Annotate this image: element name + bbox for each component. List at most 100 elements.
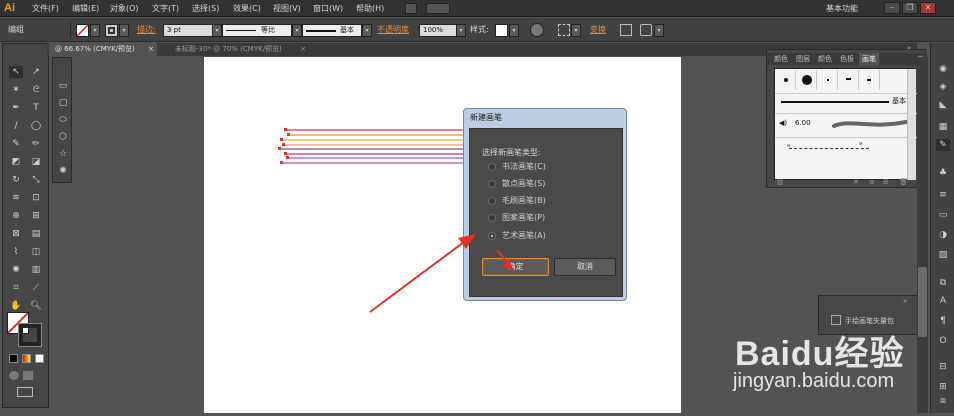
slice-tool-icon[interactable]: ⟋ (29, 282, 43, 294)
layers-panel-icon[interactable]: ◈ (936, 81, 950, 93)
draw-normal-icon[interactable] (9, 371, 19, 380)
stroke-panel-icon[interactable]: ≡ (936, 189, 950, 201)
blob-brush-tool-icon[interactable]: ◩ (9, 156, 23, 168)
menu-view[interactable]: 视图(V) (273, 0, 301, 17)
bridge-icon[interactable] (405, 3, 417, 14)
rotate-tool-icon[interactable]: ↻ (9, 174, 23, 186)
stroke-color-swatch[interactable] (18, 323, 42, 347)
stroke-weight-field[interactable]: 3 pt (163, 24, 213, 37)
symbols-panel-icon[interactable]: ♣ (936, 167, 950, 179)
flare-tool-icon[interactable]: ✺ (56, 165, 70, 177)
pen-tool-icon[interactable]: ✒ (9, 102, 23, 114)
tab-close-icon[interactable]: × (300, 43, 306, 56)
ellipse-tool-icon[interactable]: ◯ (29, 120, 43, 132)
lasso-tool-icon[interactable]: ᘓ (29, 84, 43, 96)
brush-dot-large[interactable] (797, 70, 817, 90)
tab-swatches[interactable]: 色板 (837, 53, 857, 65)
graphic-style-swatch[interactable] (495, 24, 508, 37)
tab-layers[interactable]: 图层 (793, 53, 813, 65)
restore-button[interactable]: ❐ (902, 2, 918, 14)
star-tool-icon[interactable]: ☆ (56, 148, 70, 160)
shape-builder-tool-icon[interactable]: ⊕ (9, 210, 23, 222)
brushes-panel-icon[interactable]: ✎ (936, 139, 950, 151)
column-graph-tool-icon[interactable]: ▥ (29, 264, 43, 276)
minimize-button[interactable]: – (884, 2, 900, 14)
ok-button[interactable]: 确定 (482, 258, 549, 276)
opacity-label[interactable]: 不透明度 (377, 18, 409, 42)
menu-file[interactable]: 文件(F) (32, 0, 59, 17)
brush-libraries-icon[interactable]: ▥ (777, 178, 784, 186)
style-dropdown-icon[interactable]: ▾ (509, 24, 519, 37)
variable-width-profile[interactable]: 等比 (222, 24, 292, 37)
swatches-panel-icon[interactable]: ▦ (936, 121, 950, 133)
transform-panel-icon[interactable]: ⊞ (936, 381, 950, 393)
symbol-sprayer-tool-icon[interactable]: ✺ (9, 264, 23, 276)
none-mode-icon[interactable] (35, 354, 44, 363)
stroke-label[interactable]: 描边: (137, 18, 156, 42)
rectangle-tool-icon[interactable]: ▭ (56, 80, 70, 92)
line-tool-icon[interactable]: ∕ (9, 120, 23, 132)
tab-color-2[interactable]: 颜色 (815, 53, 835, 65)
magic-wand-tool-icon[interactable]: ✶ (9, 84, 23, 96)
free-transform-tool-icon[interactable]: ⊡ (29, 192, 43, 204)
recolor-icon[interactable] (530, 23, 544, 37)
tab-document-1[interactable]: @ 66.67% (CMYK/预览) × (49, 43, 157, 56)
stroke-swatch[interactable] (105, 24, 118, 37)
direct-selection-tool-icon[interactable]: ↗ (29, 66, 43, 78)
eraser-tool-icon[interactable]: ◪ (29, 156, 43, 168)
fill-swatch[interactable] (76, 24, 89, 37)
delete-brush-icon[interactable]: 🗑︎ (899, 178, 908, 186)
type-tool-icon[interactable]: T (29, 102, 43, 114)
ellipse-shape-tool-icon[interactable]: ⬭ (56, 114, 70, 126)
panel-menu-icon[interactable] (640, 24, 652, 36)
align-icon[interactable] (558, 24, 570, 36)
stroke-dropdown-icon[interactable]: ▾ (119, 24, 129, 37)
artboards-panel-icon[interactable]: ⧉ (936, 277, 950, 289)
transform-label[interactable]: 变换 (590, 18, 606, 42)
tab-color[interactable]: 颜色 (771, 53, 791, 65)
cancel-button[interactable]: 取消 (554, 258, 616, 276)
color-panel-icon[interactable]: ◉ (936, 63, 950, 75)
blend-tool-icon[interactable]: ◫ (29, 246, 43, 258)
brush-dot-small[interactable] (776, 70, 796, 90)
gradient-tool-icon[interactable]: ▤ (29, 228, 43, 240)
scale-tool-icon[interactable]: ⤡ (29, 174, 43, 186)
align-dropdown-icon[interactable]: ▾ (571, 24, 581, 37)
menu-type[interactable]: 文字(T) (152, 0, 179, 17)
radio-button-icon[interactable] (488, 214, 496, 222)
zoom-tool-icon[interactable]: 🔍︎ (29, 300, 43, 312)
polygon-tool-icon[interactable]: ⬡ (56, 131, 70, 143)
profile-dropdown-icon[interactable]: ▾ (292, 24, 302, 37)
tab-close-icon[interactable]: × (148, 43, 154, 56)
brush-dropdown-icon[interactable]: ▾ (362, 24, 372, 37)
radio-button-icon[interactable] (488, 180, 496, 188)
opentype-panel-icon[interactable]: O (936, 335, 950, 347)
tab-document-2[interactable]: 未标题-30* @ 70% (CMYK/预览) × (169, 43, 309, 56)
options-icon[interactable]: ≡ (869, 178, 875, 186)
control-menu-dropdown-icon[interactable]: ▾ (654, 24, 664, 37)
menu-edit[interactable]: 编辑(E) (72, 0, 99, 17)
arrange-docs-icon[interactable] (426, 3, 450, 14)
rounded-rectangle-tool-icon[interactable]: ▢ (56, 97, 70, 109)
radio-button-icon[interactable] (488, 197, 496, 205)
fill-dropdown-icon[interactable]: ▾ (90, 24, 100, 37)
workspace-switcher[interactable]: 基本功能 (826, 0, 858, 17)
radio-button-icon[interactable] (488, 163, 496, 171)
brush-dot-tiny[interactable] (818, 70, 838, 90)
gradient-panel-icon[interactable]: ▭ (936, 209, 950, 221)
opacity-field[interactable]: 100% (419, 24, 457, 37)
brush-list-scrollbar[interactable] (907, 69, 916, 180)
menu-select[interactable]: 选择(S) (192, 0, 219, 17)
screen-mode-icon[interactable] (17, 387, 33, 397)
pencil-tool-icon[interactable]: ✏ (29, 138, 43, 150)
brush-basic-row[interactable]: 基本 (775, 93, 917, 109)
character-panel-icon[interactable]: A (936, 295, 950, 307)
pathfinder-panel-icon[interactable]: ⧈ (936, 395, 950, 407)
transparency-panel-icon[interactable]: ◑ (936, 229, 950, 241)
remove-stroke-icon[interactable]: ✕ (853, 178, 859, 186)
draw-behind-icon[interactable] (23, 371, 33, 380)
gradient-mode-icon[interactable] (22, 354, 31, 363)
menu-window[interactable]: 窗口(W) (313, 0, 343, 17)
new-brush-icon[interactable]: ⊞ (883, 178, 889, 186)
perspective-grid-tool-icon[interactable]: ⊞ (29, 210, 43, 222)
